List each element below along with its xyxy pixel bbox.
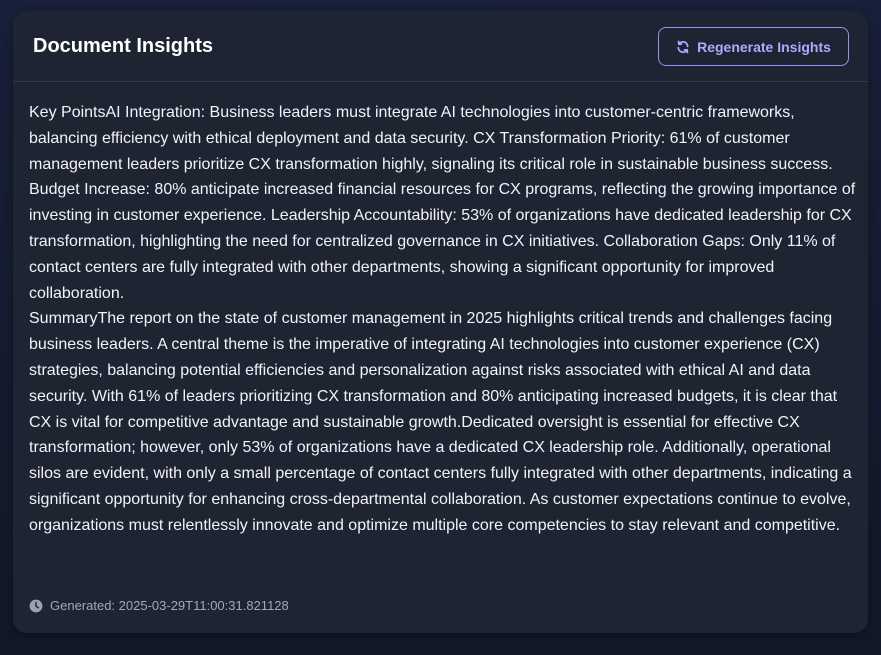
- key-points-text: Key PointsAI Integration: Business leade…: [29, 104, 856, 302]
- generated-timestamp: Generated: 2025-03-29T11:00:31.821128: [50, 598, 289, 613]
- generated-footer: Generated: 2025-03-29T11:00:31.821128: [29, 598, 289, 613]
- regenerate-insights-label: Regenerate Insights: [697, 38, 831, 55]
- summary-text: SummaryThe report on the state of custom…: [29, 310, 852, 534]
- refresh-icon: [676, 40, 690, 54]
- regenerate-insights-button[interactable]: Regenerate Insights: [658, 27, 849, 66]
- card-header: Document Insights Regenerate Insights: [13, 11, 868, 82]
- insights-content: Key PointsAI Integration: Business leade…: [29, 100, 857, 539]
- clock-icon: [29, 599, 43, 613]
- card-title: Document Insights: [33, 35, 214, 57]
- insights-card: Document Insights Regenerate Insights Ke…: [13, 11, 868, 633]
